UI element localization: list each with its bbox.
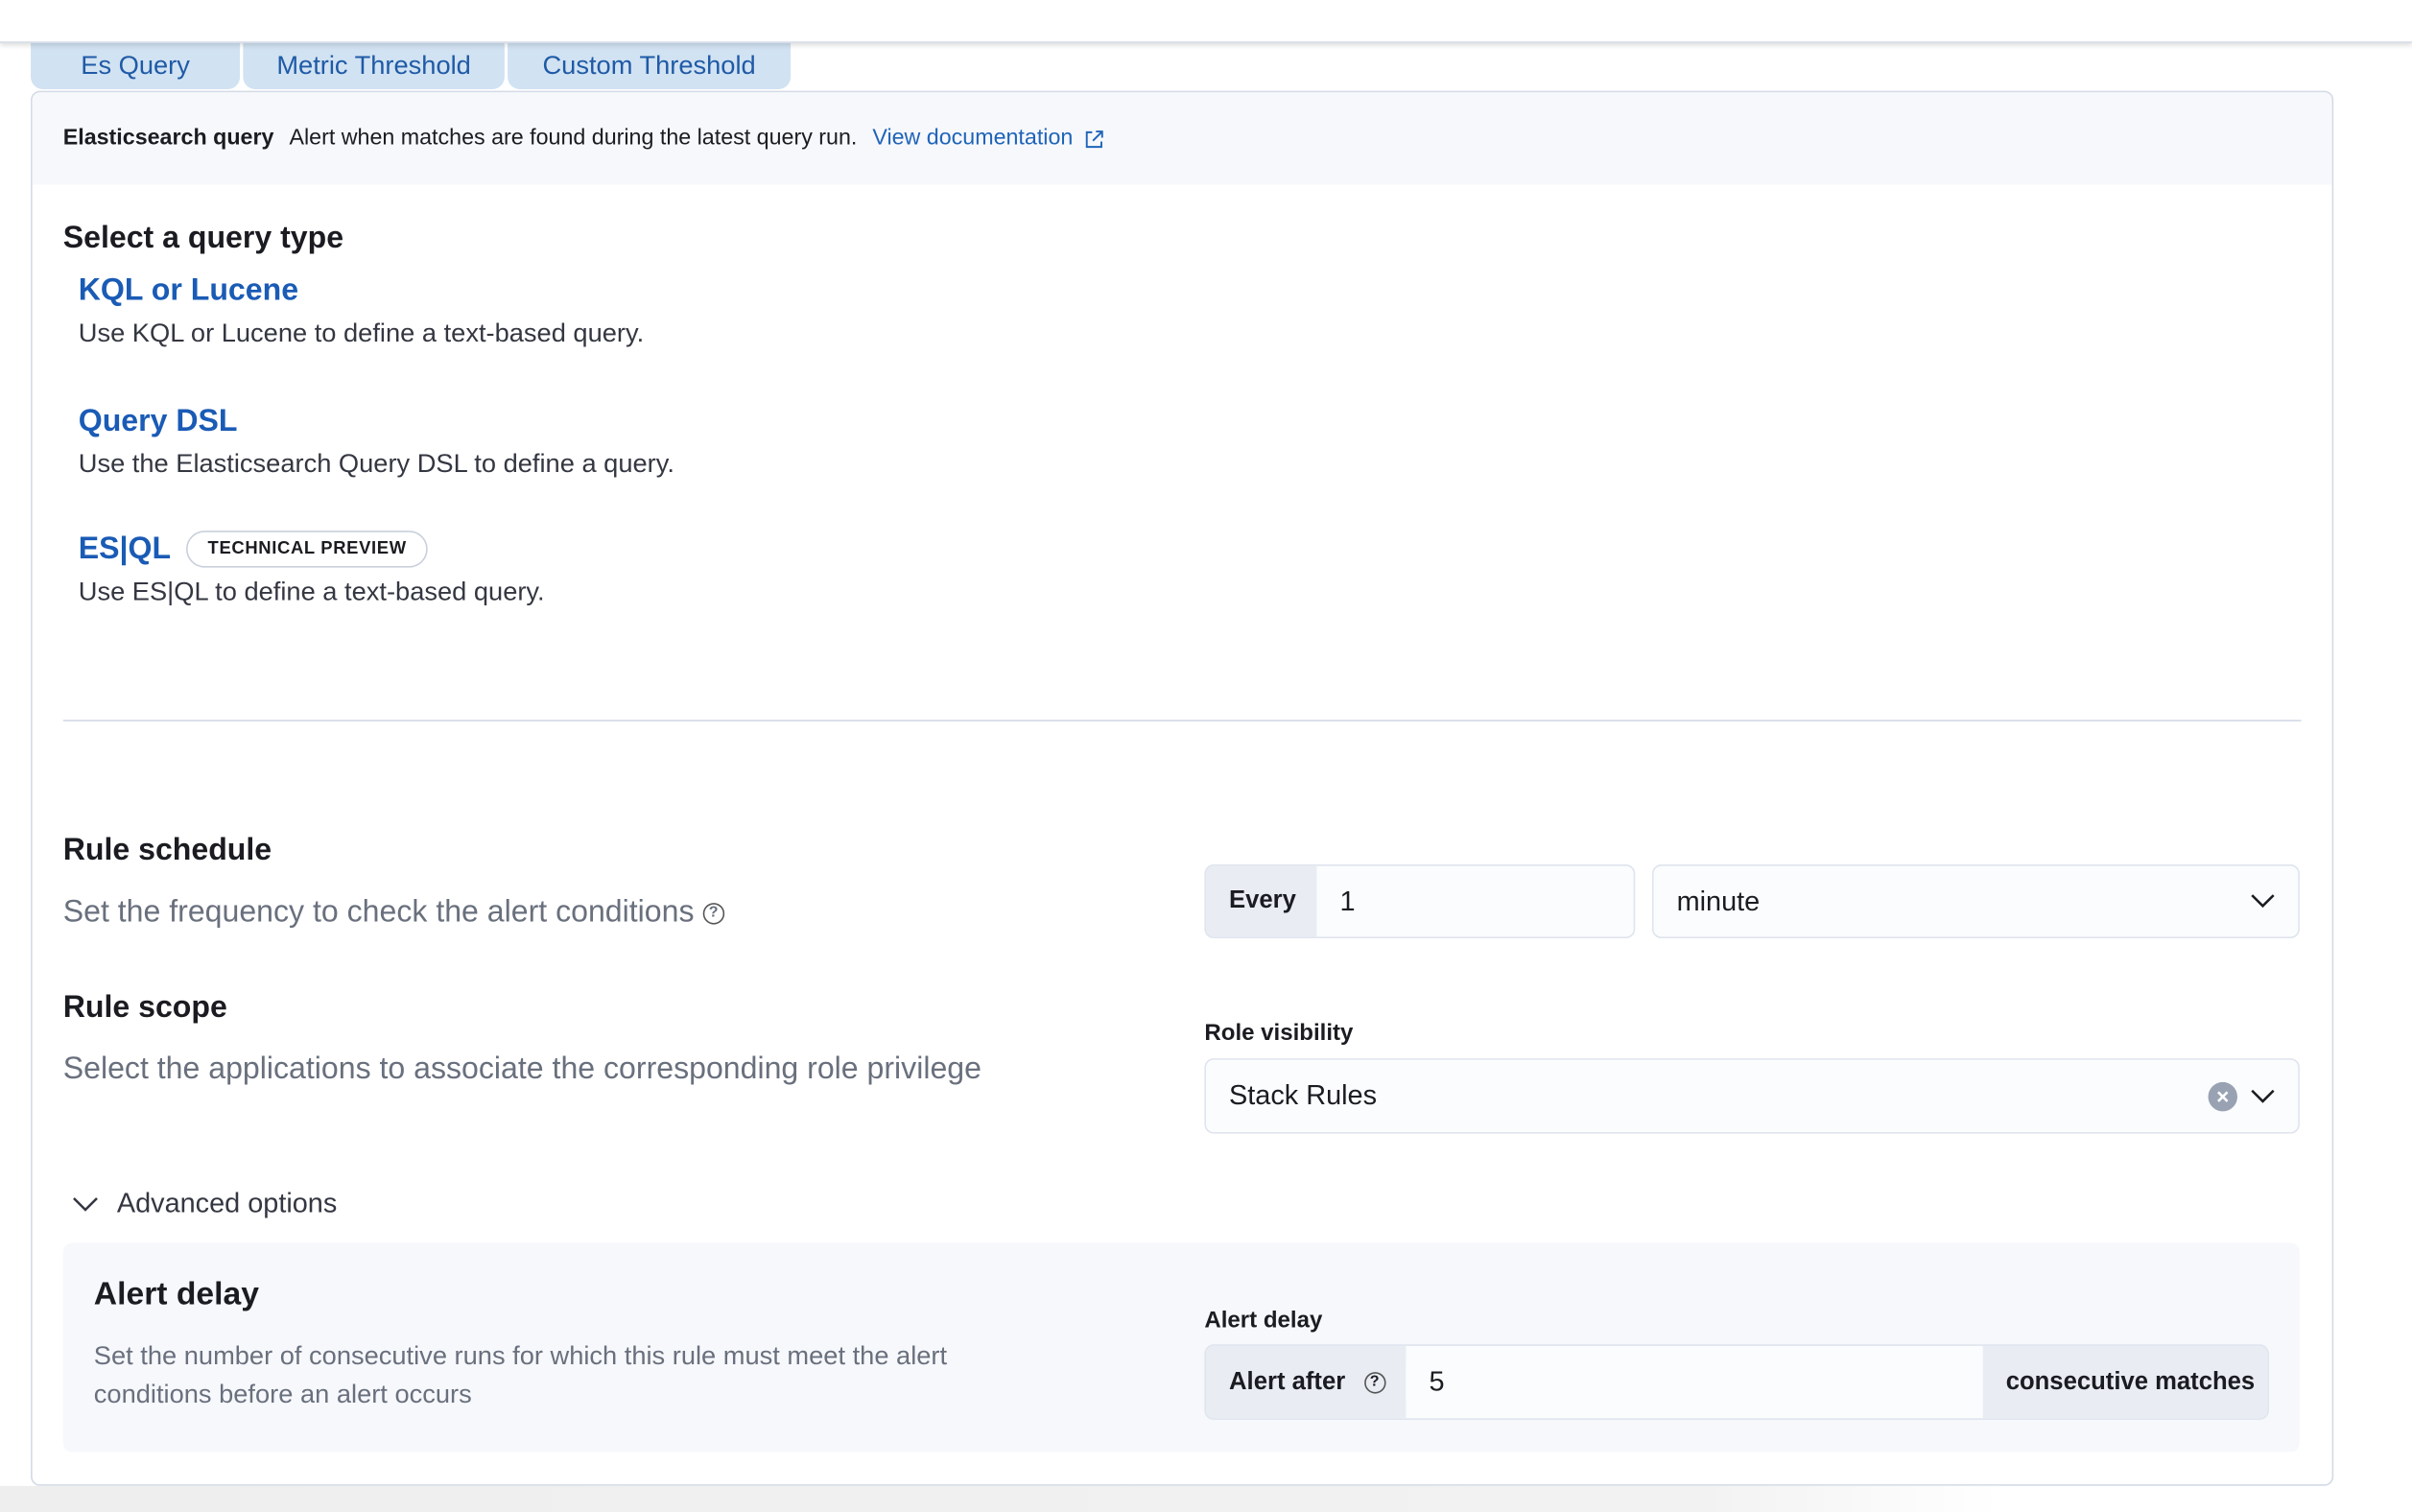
chevron-down-icon — [73, 1196, 98, 1212]
option-title[interactable]: KQL or Lucene — [79, 273, 644, 309]
alert-delay-value-input[interactable]: 5 — [1406, 1365, 1983, 1399]
query-option-dsl[interactable]: Query DSL Use the Elasticsearch Query DS… — [79, 405, 674, 481]
consecutive-matches-append: consecutive matches — [1982, 1345, 2268, 1419]
tab-custom-threshold[interactable]: Custom Threshold — [508, 41, 792, 89]
alert-after-prepend: Alert after — [1229, 1368, 1346, 1395]
rule-type-tabs: Es Query Metric Threshold Custom Thresho… — [31, 41, 793, 90]
rule-scope-heading: Rule scope — [62, 990, 227, 1025]
query-option-kql[interactable]: KQL or Lucene Use KQL or Lucene to defin… — [79, 273, 644, 349]
role-visibility-combobox[interactable]: Stack Rules — [1204, 1058, 2300, 1134]
help-icon[interactable]: ? — [1363, 1371, 1385, 1393]
alert-delay-description: Set the number of consecutive runs for w… — [93, 1341, 948, 1371]
query-type-heading: Select a query type — [62, 221, 344, 256]
external-link-icon — [1084, 130, 1102, 148]
view-documentation-link[interactable]: View documentation — [872, 126, 1073, 151]
tab-metric-threshold[interactable]: Metric Threshold — [243, 41, 505, 89]
chevron-down-icon[interactable] — [2251, 1088, 2276, 1103]
option-description: Use ES|QL to define a text-based query. — [78, 577, 545, 606]
bottom-shadow — [0, 1485, 2000, 1512]
every-prepend: Every — [1205, 865, 1317, 937]
role-visibility-label: Role visibility — [1204, 1019, 1354, 1047]
option-title[interactable]: ES|QL — [79, 532, 171, 567]
top-bar — [0, 0, 2412, 43]
advanced-options-label: Advanced options — [116, 1187, 338, 1218]
option-title[interactable]: Query DSL — [79, 405, 674, 440]
advanced-options-toggle[interactable]: Advanced options — [72, 1188, 337, 1220]
divider — [62, 720, 2302, 721]
rule-schedule-description: Set the frequency to check the alert con… — [62, 895, 695, 930]
clear-icon[interactable] — [2208, 1080, 2238, 1111]
rule-type-header: Elasticsearch query Alert when matches a… — [32, 92, 2332, 185]
option-description: Use the Elasticsearch Query DSL to defin… — [78, 449, 674, 479]
alert-delay-description: conditions before an alert occurs — [93, 1380, 472, 1409]
option-description: Use KQL or Lucene to define a text-based… — [78, 318, 645, 348]
rule-type-title: Elasticsearch query — [62, 126, 274, 152]
rule-form-panel: Elasticsearch query Alert when matches a… — [31, 90, 2334, 1486]
rule-type-description: Alert when matches are found during the … — [289, 126, 858, 152]
interval-unit-value: minute — [1676, 885, 1761, 916]
tab-label: Es Query — [81, 50, 190, 80]
interval-input-group: Every 1 — [1204, 864, 1636, 939]
rule-scope-description: Select the applications to associate the… — [62, 1051, 981, 1086]
role-visibility-value: Stack Rules — [1229, 1079, 1378, 1111]
alert-delay-heading: Alert delay — [93, 1276, 259, 1312]
alert-delay-label: Alert delay — [1204, 1307, 1323, 1335]
alert-delay-input-group: Alert after? 5 consecutive matches — [1204, 1344, 2269, 1420]
alert-delay-panel: Alert delay Set the number of consecutiv… — [62, 1242, 2300, 1453]
help-icon[interactable]: ? — [702, 902, 724, 925]
chevron-down-icon — [2251, 894, 2275, 909]
query-option-esql[interactable]: ES|QL TECHNICAL PREVIEW Use ES|QL to defi… — [79, 531, 545, 607]
tab-es-query[interactable]: Es Query — [31, 41, 241, 89]
interval-unit-select[interactable]: minute — [1651, 864, 2300, 939]
technical-preview-badge: TECHNICAL PREVIEW — [186, 531, 429, 568]
tab-label: Metric Threshold — [276, 50, 471, 80]
interval-value-input[interactable]: 1 — [1316, 886, 1355, 918]
rule-schedule-heading: Rule schedule — [62, 833, 272, 868]
tab-label: Custom Threshold — [542, 50, 756, 80]
